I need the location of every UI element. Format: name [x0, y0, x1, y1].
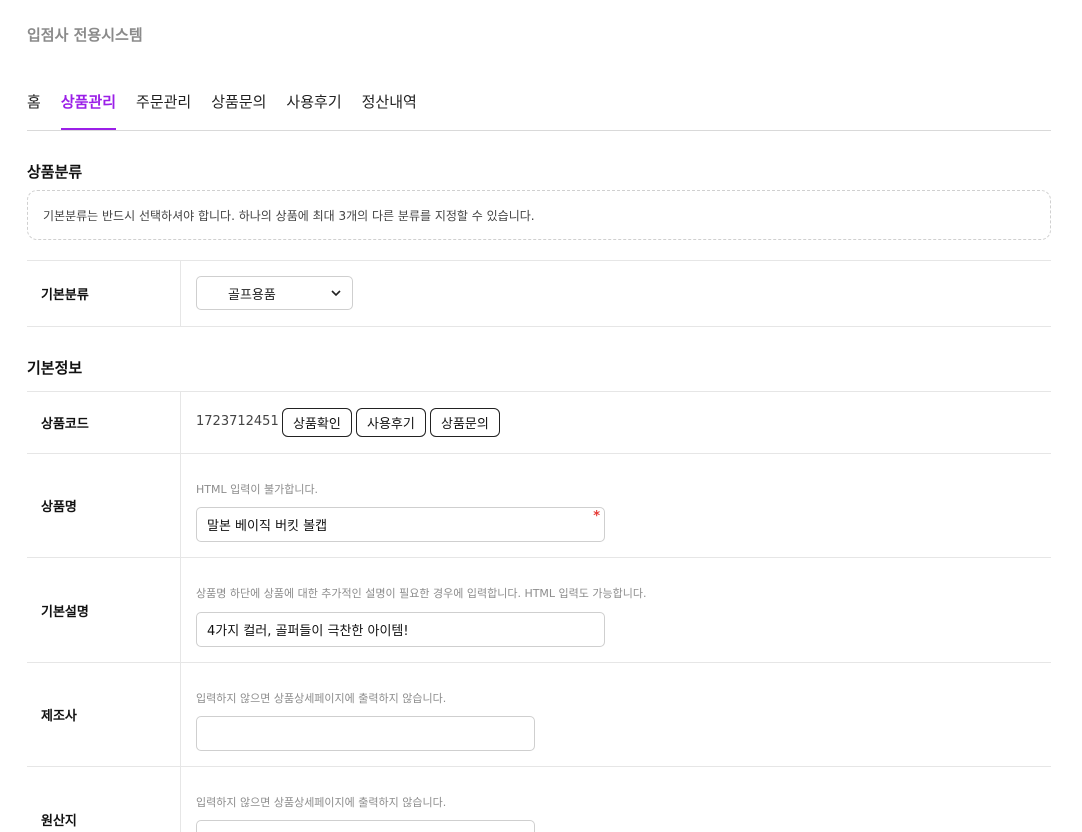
manufacturer-hint: 입력하지 않으면 상품상세페이지에 출력하지 않습니다. [196, 692, 447, 705]
product-name-label: 상품명 [27, 454, 181, 557]
origin-input[interactable] [196, 820, 535, 832]
product-name-row: 상품명 HTML 입력이 불가합니다. 말본 베이직 버킷 볼캡 * [27, 453, 1051, 557]
base-category-row: 기본분류 골프용품 [27, 260, 1051, 327]
base-category-value: 골프용품 [228, 287, 276, 303]
tab-reviews[interactable]: 사용후기 [286, 88, 341, 130]
manufacturer-row: 제조사 입력하지 않으면 상품상세페이지에 출력하지 않습니다. [27, 662, 1051, 766]
app-title: 입점사 전용시스템 [27, 26, 143, 44]
basic-description-value: 4가지 컬러, 골퍼들이 극찬한 아이템! [207, 624, 409, 639]
basic-description-row: 기본설명 상품명 하단에 상품에 대한 추가적인 설명이 필요한 경우에 입력합… [27, 557, 1051, 662]
origin-row: 원산지 입력하지 않으면 상품상세페이지에 출력하지 않습니다. [27, 766, 1051, 832]
product-code-value: 1723712451 [196, 414, 279, 429]
product-code-label: 상품코드 [27, 392, 181, 453]
tab-product-management[interactable]: 상품관리 [60, 88, 117, 130]
category-section-title: 상품분류 [27, 163, 83, 181]
origin-label: 원산지 [27, 767, 181, 832]
product-name-hint: HTML 입력이 불가합니다. [196, 483, 319, 496]
required-mark: * [593, 509, 600, 524]
base-category-select[interactable]: 골프용품 [196, 276, 353, 310]
category-notice: 기본분류는 반드시 선택하셔야 합니다. 하나의 상품에 최대 3개의 다른 분… [27, 190, 1051, 240]
origin-hint: 입력하지 않으면 상품상세페이지에 출력하지 않습니다. [196, 796, 447, 809]
manufacturer-label: 제조사 [27, 663, 181, 766]
tab-settlement[interactable]: 정산내역 [362, 88, 417, 130]
basic-description-input[interactable]: 4가지 컬러, 골퍼들이 극찬한 아이템! [196, 612, 605, 647]
basic-section-title: 기본정보 [27, 359, 83, 377]
tab-order-management[interactable]: 주문관리 [136, 88, 191, 130]
product-name-input[interactable]: 말본 베이직 버킷 볼캡 * [196, 507, 605, 542]
basic-description-hint: 상품명 하단에 상품에 대한 추가적인 설명이 필요한 경우에 입력합니다. H… [196, 587, 647, 600]
product-reviews-button[interactable]: 사용후기 [356, 408, 426, 437]
manufacturer-input[interactable] [196, 716, 535, 751]
chevron-down-icon [331, 290, 341, 297]
tab-product-inquiry[interactable]: 상품문의 [211, 88, 266, 130]
product-code-row: 상품코드 1723712451 상품확인 사용후기 상품문의 [27, 391, 1051, 453]
product-name-value: 말본 베이직 버킷 볼캡 [207, 519, 328, 534]
product-inquiry-button[interactable]: 상품문의 [430, 408, 500, 437]
tab-home[interactable]: 홈 [27, 88, 41, 130]
product-check-button[interactable]: 상품확인 [282, 408, 352, 437]
base-category-label: 기본분류 [27, 261, 181, 326]
main-tabs: 홈 상품관리 주문관리 상품문의 사용후기 정산내역 [27, 88, 1051, 131]
basic-description-label: 기본설명 [27, 558, 181, 662]
